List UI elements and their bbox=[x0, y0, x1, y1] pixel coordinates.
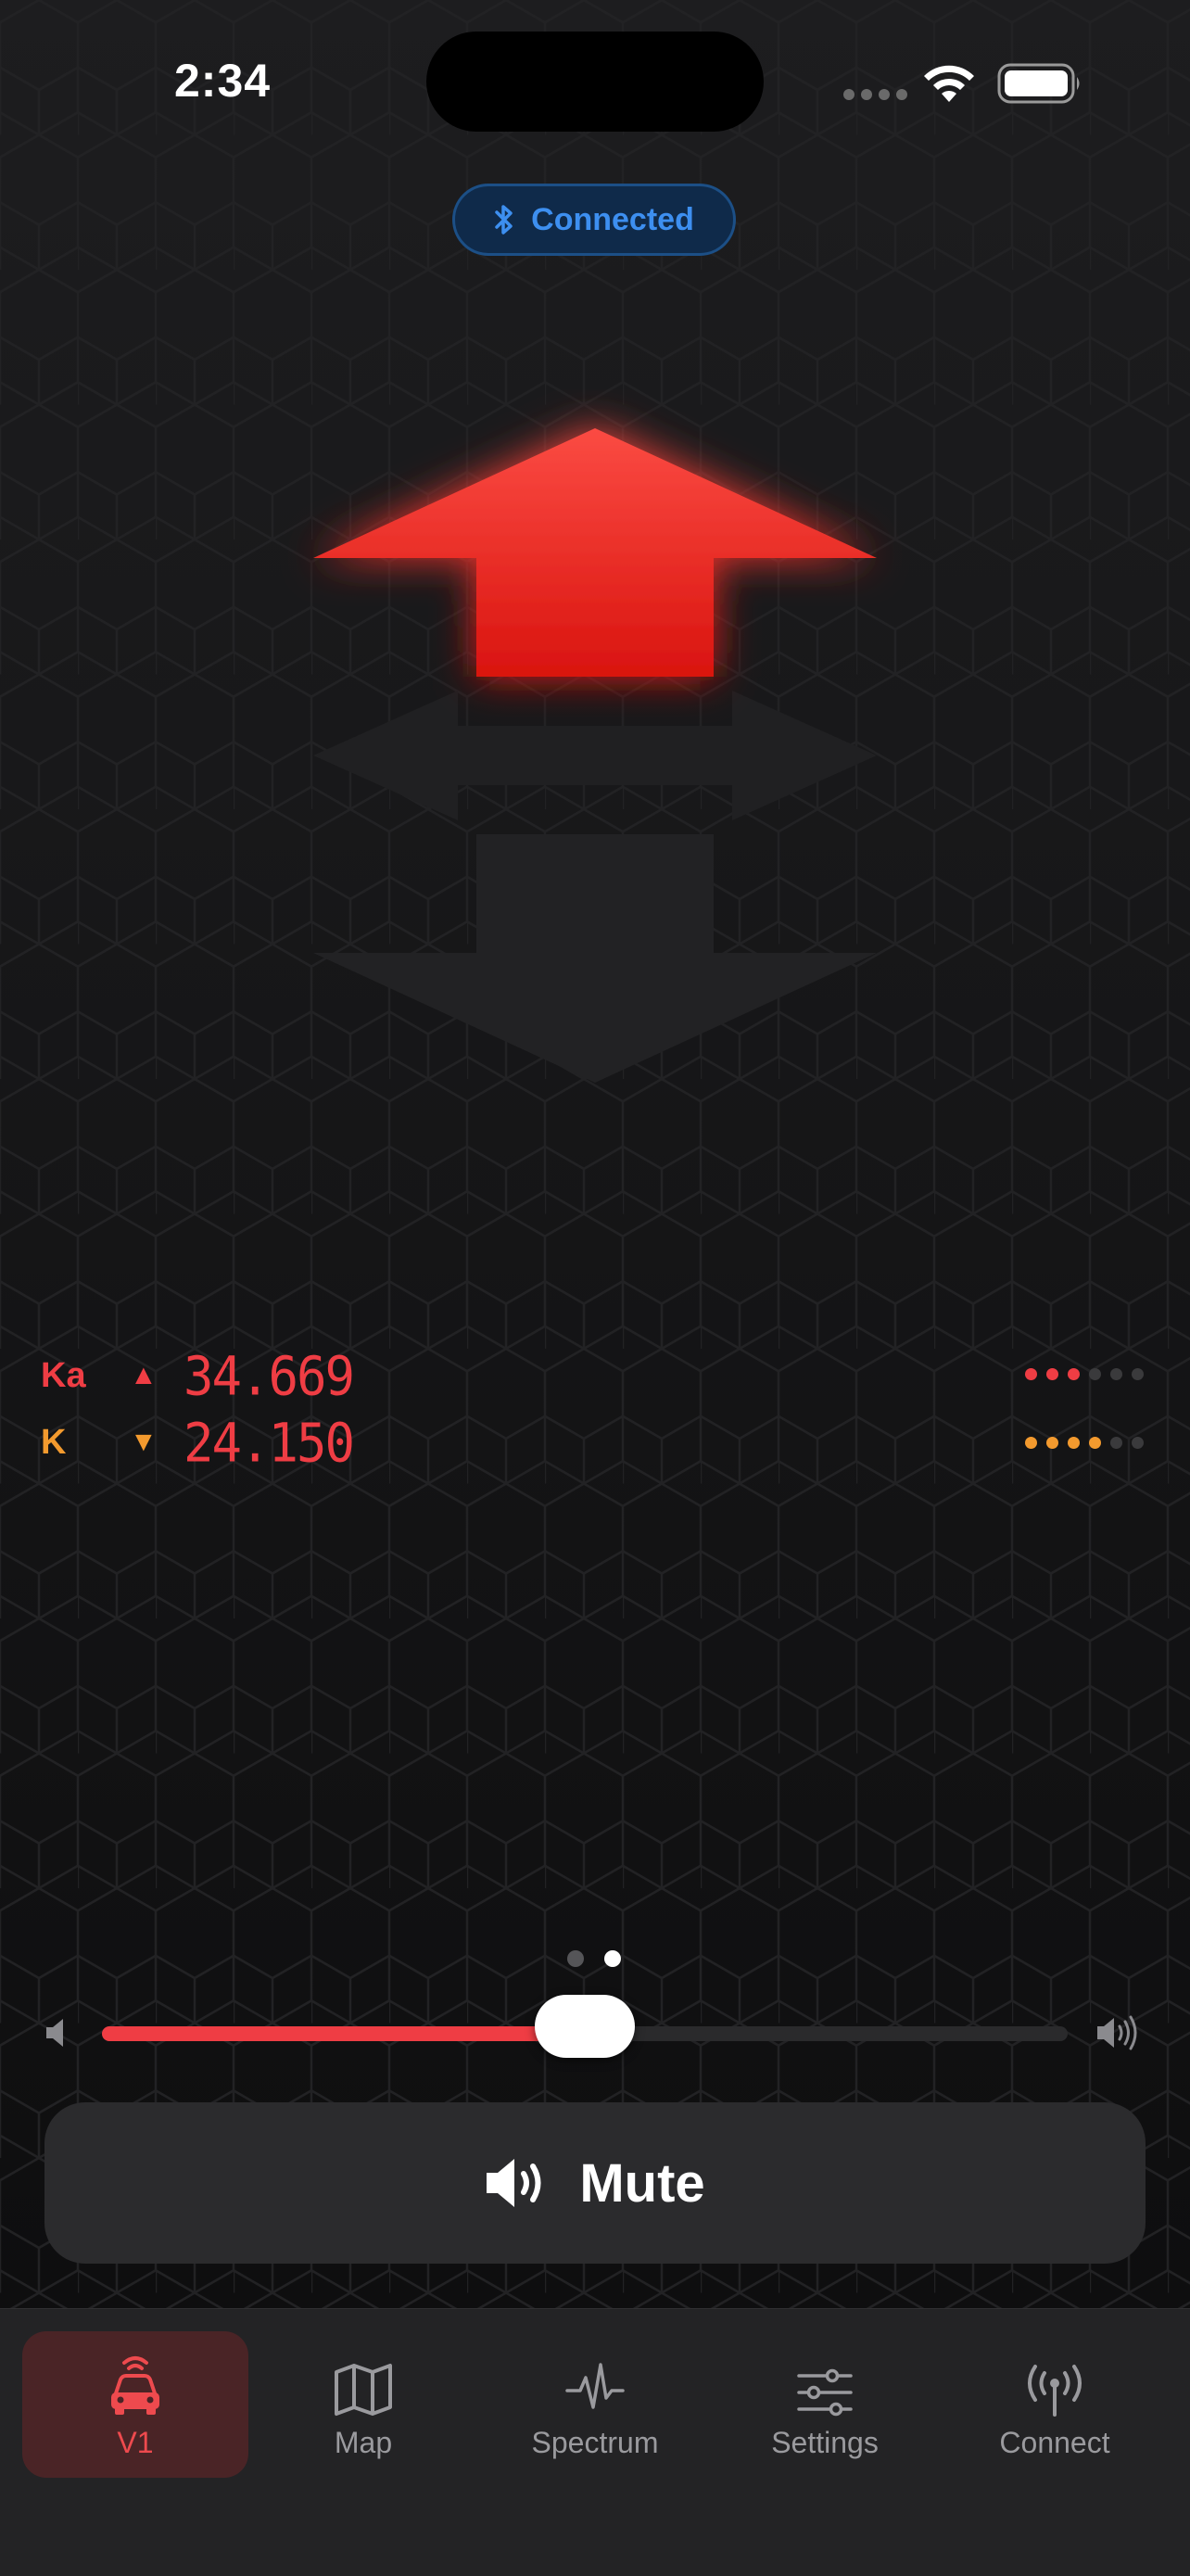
volume-high-icon bbox=[1097, 2015, 1137, 2050]
connection-status-label: Connected bbox=[531, 201, 694, 237]
volume-slider[interactable] bbox=[102, 1995, 1068, 2058]
connection-status-badge[interactable]: Connected bbox=[452, 184, 736, 256]
tab-map[interactable]: Map bbox=[250, 2331, 476, 2478]
signal-strength-ka bbox=[1025, 1368, 1144, 1380]
battery-icon bbox=[997, 63, 1080, 104]
band-row-ka: Ka ▲ 34.669 bbox=[41, 1344, 355, 1407]
front-arrow bbox=[313, 428, 877, 677]
volume-fill bbox=[102, 2026, 585, 2041]
wifi-icon bbox=[924, 65, 974, 102]
band-label: Ka bbox=[41, 1355, 86, 1395]
page-dot-current[interactable] bbox=[604, 1950, 621, 1967]
tab-label: Spectrum bbox=[531, 2426, 659, 2459]
band-frequency: 34.669 bbox=[184, 1343, 355, 1408]
dynamic-island bbox=[426, 32, 764, 132]
volume-low-icon bbox=[46, 2019, 63, 2047]
volume-thumb[interactable] bbox=[535, 1995, 635, 2058]
rear-arrow bbox=[313, 834, 877, 1083]
tab-v1[interactable]: V1 bbox=[22, 2331, 248, 2478]
mute-label: Mute bbox=[579, 2152, 705, 2214]
antenna-icon bbox=[1028, 2365, 1082, 2417]
map-icon bbox=[335, 2364, 392, 2416]
band-frequency: 24.150 bbox=[184, 1410, 355, 1475]
page-indicator[interactable] bbox=[567, 1950, 621, 1967]
direction-up-icon: ▲ bbox=[130, 1360, 158, 1390]
direction-arrows bbox=[313, 428, 877, 1083]
waveform-icon bbox=[565, 2363, 625, 2409]
status-time: 2:34 bbox=[174, 55, 272, 107]
bluetooth-icon bbox=[495, 205, 513, 235]
tab-settings[interactable]: Settings bbox=[712, 2331, 938, 2478]
tab-label: Connect bbox=[999, 2426, 1110, 2459]
tab-connect[interactable]: Connect bbox=[942, 2331, 1168, 2478]
tab-label: Map bbox=[334, 2426, 393, 2459]
tab-bar: V1 Map Spectrum Settings Connect bbox=[0, 2308, 1190, 2576]
band-row-k: K ▼ 24.150 bbox=[41, 1411, 355, 1474]
speaker-wave-icon bbox=[487, 2159, 541, 2207]
side-arrow bbox=[313, 691, 877, 820]
signal-strength-k bbox=[1025, 1437, 1144, 1449]
tab-label: Settings bbox=[771, 2426, 879, 2459]
sliders-icon bbox=[797, 2368, 853, 2417]
direction-down-icon: ▼ bbox=[130, 1427, 158, 1457]
cellular-signal-icon bbox=[843, 89, 907, 100]
tab-label: V1 bbox=[117, 2426, 154, 2459]
tab-spectrum[interactable]: Spectrum bbox=[482, 2331, 708, 2478]
car-radar-icon bbox=[111, 2356, 159, 2415]
mute-button[interactable]: Mute bbox=[44, 2102, 1146, 2264]
band-label: K bbox=[41, 1422, 67, 1462]
page-dot[interactable] bbox=[567, 1950, 584, 1967]
